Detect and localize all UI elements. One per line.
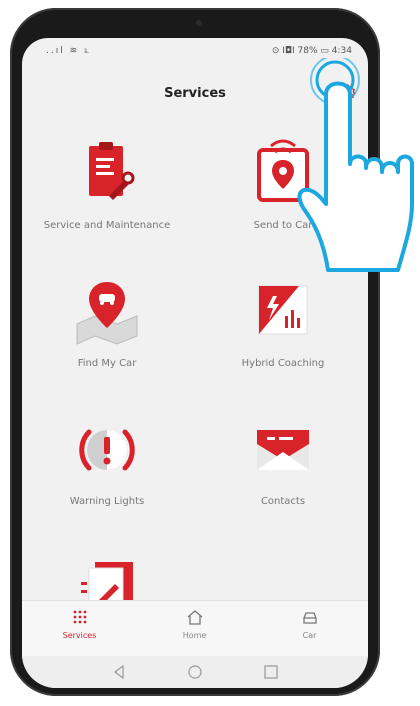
tab-label: Car [302,631,317,640]
clipboard-wrench-icon [89,142,135,200]
find-my-car-tile[interactable]: Find My Car [22,272,192,369]
tile-label: Warning Lights [69,496,145,507]
contacts-tile[interactable]: Contacts [198,410,368,507]
tab-label: Home [182,631,207,640]
tab-car[interactable]: Car [252,607,367,640]
tap-hand-icon [297,58,414,272]
home-icon [187,610,202,625]
system-nav-bar [22,656,368,688]
tab-label: Services [62,631,97,640]
recents-icon[interactable] [262,663,280,681]
grid-dots-icon [73,610,86,624]
home-nav-icon[interactable] [186,663,204,681]
tile-label: Contacts [260,496,306,507]
car-icon [302,612,317,624]
warning-exclamation-icon [79,429,135,471]
front-camera [196,20,202,26]
map-car-pin-icon [76,282,138,345]
bottom-tab-bar: Services Home Car [22,600,368,657]
envelope-icon [257,430,309,470]
tile-label: Hybrid Coaching [241,358,325,369]
tab-services[interactable]: Services [22,607,137,640]
back-icon[interactable] [110,663,128,681]
tab-home[interactable]: Home [137,607,252,640]
service-maintenance-tile[interactable]: Service and Maintenance [22,134,192,231]
status-signal: ..ıl ≋ ೩ [46,46,92,56]
tile-label: Service and Maintenance [43,220,171,231]
tile-label: Find My Car [77,358,137,369]
warning-lights-tile[interactable]: Warning Lights [22,410,192,507]
status-battery-time: ⊙ I◘I 78% ▭ 4:34 [271,46,352,56]
